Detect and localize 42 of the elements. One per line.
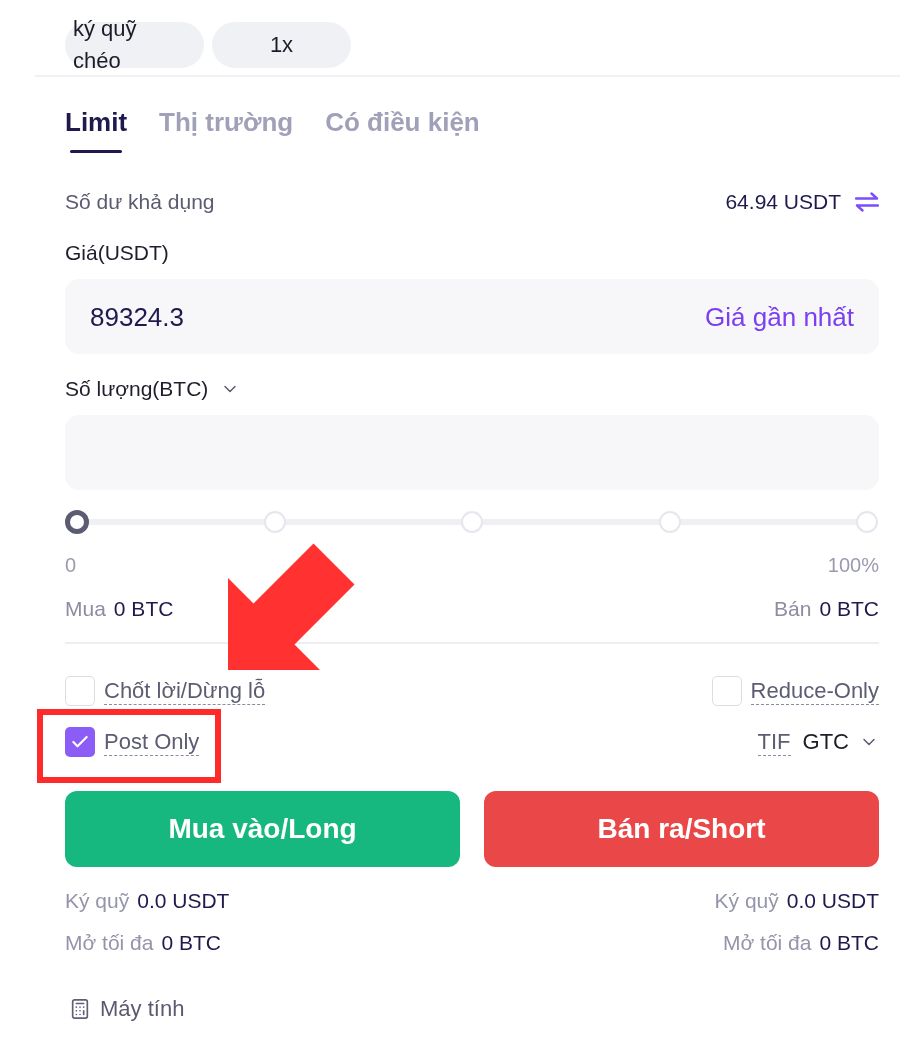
latest-price-button[interactable]: Giá gần nhất <box>705 300 854 333</box>
summary-value: 0 BTC <box>819 930 879 956</box>
order-type-tab[interactable]: Limit <box>65 106 128 153</box>
trade-amount-label: Bán <box>774 596 812 622</box>
price-field[interactable]: 89324.3 Giá gần nhất <box>65 279 879 354</box>
margin-mode-button[interactable]: ký quỹ chéo <box>65 13 204 77</box>
option-label[interactable]: Reduce-Only <box>750 677 879 705</box>
summary-label: Mở tối đa <box>65 930 154 956</box>
calculator-icon <box>69 998 91 1020</box>
step-marker-icon[interactable] <box>263 511 286 533</box>
balance-label: Số dư khả dụng <box>65 189 215 215</box>
summary-value: 0.0 USDT <box>137 888 230 914</box>
step-marker-icon[interactable] <box>461 511 483 533</box>
leverage-button[interactable]: 1x <box>212 22 351 68</box>
tif-label[interactable]: TIF <box>757 728 791 756</box>
quantity-unit-dropdown[interactable]: Số lượng(BTC) <box>65 375 241 403</box>
trade-amount-label: Mua <box>65 596 106 622</box>
checkbox[interactable] <box>711 676 742 706</box>
calculator-button[interactable]: Máy tính <box>65 995 185 1023</box>
step-marker-icon[interactable] <box>658 511 681 533</box>
trade-amount-value: 0 BTC <box>819 596 879 622</box>
option-label[interactable]: Chốt lời/Dừng lỗ <box>104 677 266 705</box>
price-value: 89324.3 <box>90 300 184 333</box>
tif-dropdown[interactable]: GTC <box>802 728 879 756</box>
balance-value: 64.94 USDT <box>725 189 841 215</box>
option-label[interactable]: Post Only <box>104 728 200 756</box>
checkbox[interactable] <box>65 676 95 706</box>
summary-label: Ký quỹ <box>714 888 779 914</box>
trade-amount-value: 0 BTC <box>113 596 174 622</box>
slider-thumb[interactable] <box>65 510 89 534</box>
summary-value: 0.0 USDT <box>786 888 879 914</box>
sell-short-button[interactable]: Bán ra/Short <box>484 791 879 867</box>
amount-slider[interactable] <box>65 510 879 534</box>
step-marker-icon[interactable] <box>856 511 878 533</box>
summary-label: Ký quỹ <box>65 888 130 914</box>
checkbox[interactable] <box>65 727 95 757</box>
summary-value: 0 BTC <box>161 930 221 956</box>
swap-icon[interactable] <box>855 192 879 212</box>
slider-min-label: 0 <box>65 553 77 578</box>
summary-label: Mở tối đa <box>723 930 812 956</box>
price-label: Giá(USDT) <box>65 240 170 266</box>
slider-max-label: 100% <box>827 553 879 578</box>
